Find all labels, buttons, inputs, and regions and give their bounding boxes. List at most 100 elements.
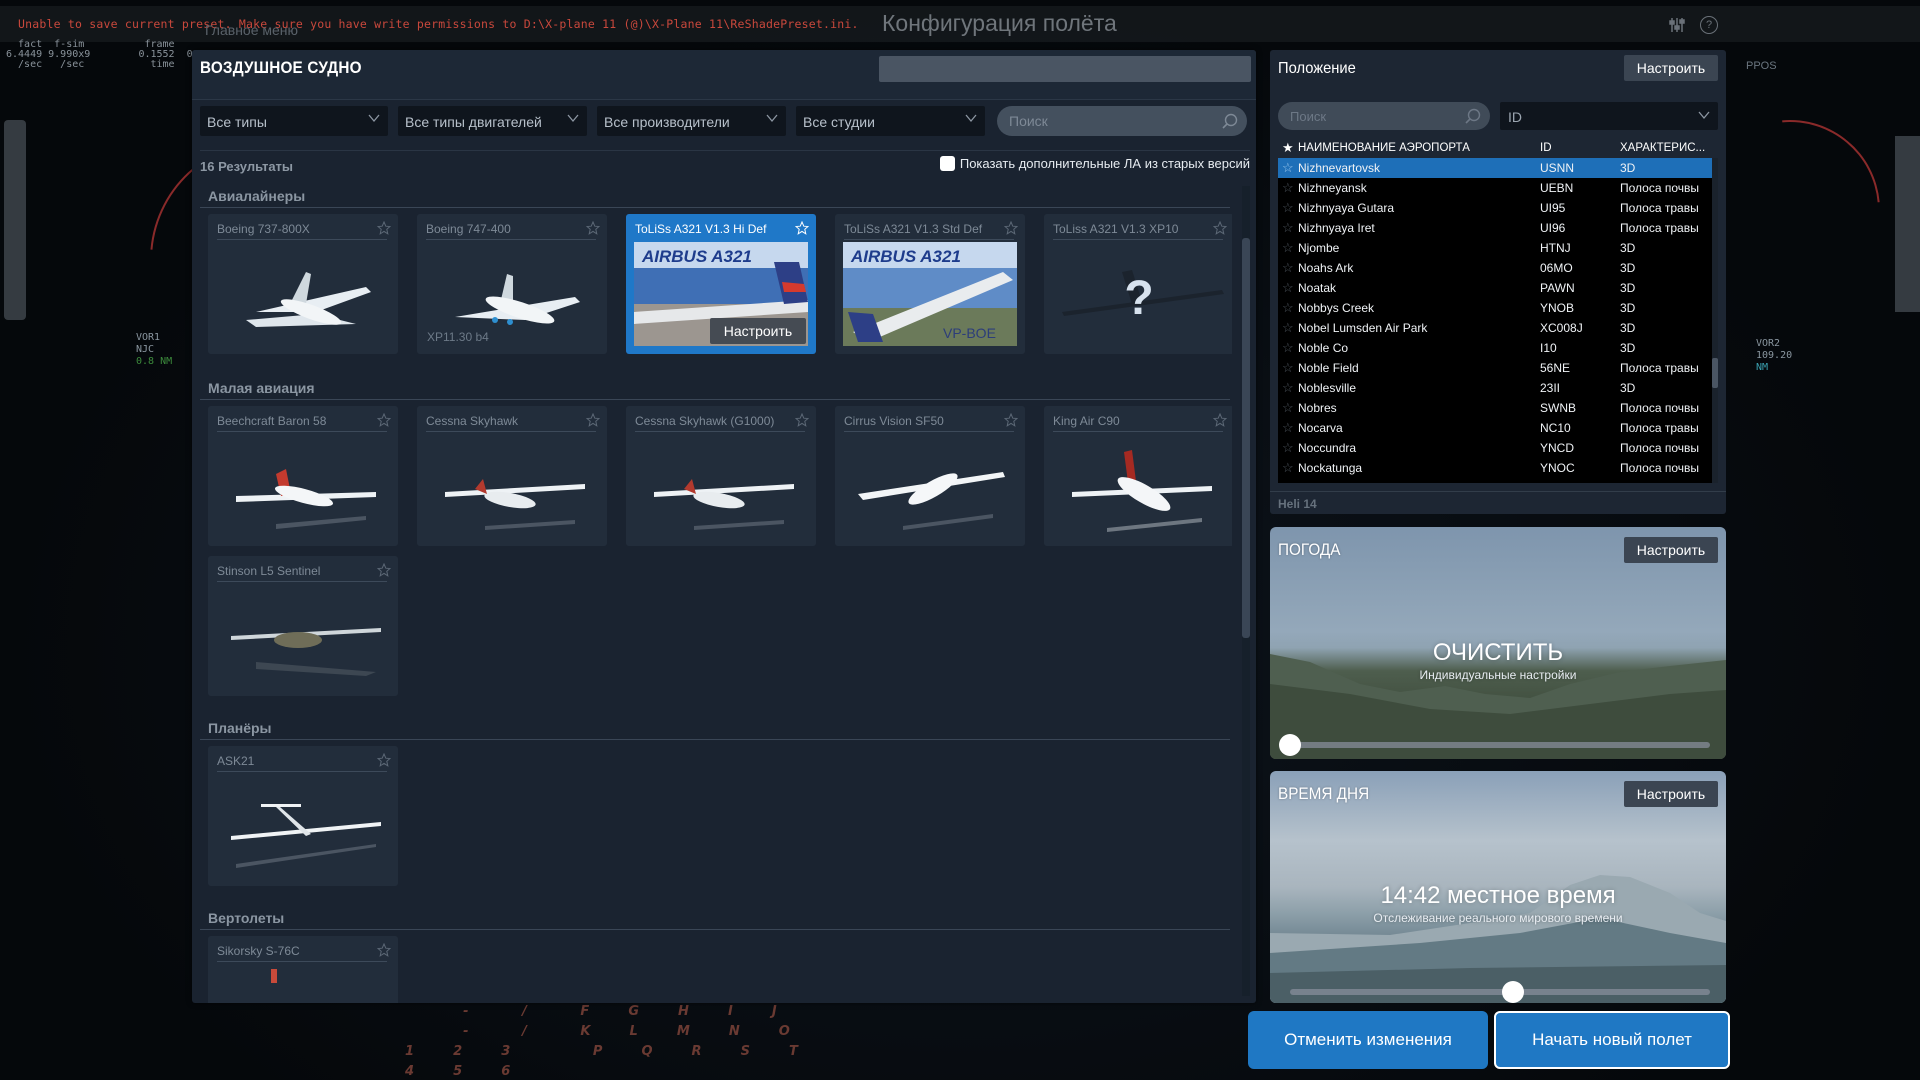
aircraft-card[interactable]: ToLiSs A321 V1.3 Hi Def AIRBUS A321 Настро… [626, 214, 816, 354]
aircraft-search-input[interactable] [997, 106, 1197, 136]
cancel-changes-button[interactable]: Отменить изменения [1248, 1011, 1488, 1069]
airport-id: NC10 [1540, 421, 1571, 435]
airport-row[interactable]: ☆ Nobbys Creek YNOB 3D [1278, 298, 1712, 318]
aircraft-card[interactable]: Stinson L5 Sentinel [208, 556, 398, 696]
column-header-characteristics[interactable]: ХАРАКТЕРИС... [1620, 142, 1712, 154]
search-icon[interactable] [1464, 107, 1482, 125]
favorite-star-icon[interactable] [1213, 413, 1227, 427]
aircraft-card[interactable]: ToLiSs A321 V1.3 Std Def AIRBUS A321 VP-BO… [835, 214, 1025, 354]
aircraft-name-field[interactable] [879, 56, 1251, 82]
airport-row[interactable]: ☆ Nocarva NC10 Полоса травы [1278, 418, 1712, 438]
favorite-star-icon[interactable]: ☆ [1278, 340, 1298, 356]
airport-filter-select[interactable]: ID [1500, 102, 1718, 130]
airport-row[interactable]: ☆ Noble Co I10 3D [1278, 338, 1712, 358]
favorite-star-icon[interactable] [795, 221, 809, 235]
favorite-star-icon[interactable] [795, 413, 809, 427]
airport-row[interactable]: ☆ Noahs Ark 06MO 3D [1278, 258, 1712, 278]
studio-filter-select[interactable]: Все студии [796, 106, 985, 136]
favorite-star-icon[interactable]: ☆ [1278, 380, 1298, 396]
airport-row[interactable]: ☆ Nizhnyaya Iret UI96 Полоса травы [1278, 218, 1712, 238]
weather-slider[interactable] [1279, 734, 1710, 756]
favorite-star-icon[interactable]: ☆ [1278, 260, 1298, 276]
time-slider-knob[interactable] [1501, 981, 1524, 1003]
aircraft-list-scrollbar[interactable] [1242, 186, 1250, 996]
favorite-star-icon[interactable]: ☆ [1278, 200, 1298, 216]
aircraft-card[interactable]: ToLiss A321 V1.3 XP10? [1044, 214, 1232, 354]
airport-row[interactable]: ☆ Njombe HTNJ 3D [1278, 238, 1712, 258]
column-header-id[interactable]: ID [1540, 142, 1620, 154]
engine-filter-select[interactable]: Все типы двигателей [398, 106, 587, 136]
aircraft-card[interactable]: King Air C90 [1044, 406, 1232, 546]
search-icon[interactable] [1221, 112, 1239, 130]
favorite-star-icon[interactable]: ☆ [1278, 420, 1298, 436]
airport-row[interactable]: ☆ Nockatunga YNOC Полоса почвы [1278, 458, 1712, 478]
location-configure-button[interactable]: Настроить [1624, 55, 1718, 81]
favorite-star-icon[interactable]: ☆ [1278, 320, 1298, 336]
favorite-star-icon[interactable] [377, 413, 391, 427]
help-icon[interactable]: ? [1700, 16, 1718, 34]
aircraft-card[interactable]: Boeing 747-400 XP11.30 b4 [417, 214, 607, 354]
favorite-star-icon[interactable] [1004, 413, 1018, 427]
aircraft-card[interactable]: ASK21 [208, 746, 398, 886]
favorite-star-icon[interactable]: ☆ [1278, 240, 1298, 256]
time-of-day-panel[interactable]: ВРЕМЯ ДНЯ Настроить 14:42 местное время … [1270, 771, 1726, 1003]
favorite-star-icon[interactable] [586, 413, 600, 427]
airport-row[interactable]: ☆ Nizhneyansk UEBN Полоса почвы [1278, 178, 1712, 198]
category-title: Малая авиация [200, 380, 1230, 400]
favorite-column-icon[interactable]: ★ [1278, 140, 1298, 156]
favorite-star-icon[interactable] [1213, 221, 1227, 235]
weather-panel[interactable]: ПОГОДА Настроить ОЧИСТИТЬ Индивидуальные… [1270, 527, 1726, 759]
time-slider[interactable] [1290, 981, 1710, 1003]
favorite-star-icon[interactable] [377, 221, 391, 235]
airport-row[interactable]: ☆ Noatak PAWN 3D [1278, 278, 1712, 298]
aircraft-card[interactable]: Cessna Skyhawk [417, 406, 607, 546]
airport-characteristics: 3D [1620, 301, 1636, 315]
favorite-star-icon[interactable] [586, 221, 600, 235]
favorite-star-icon[interactable]: ☆ [1278, 280, 1298, 296]
favorite-star-icon[interactable] [377, 753, 391, 767]
aircraft-name: Boeing 747-400 [426, 222, 596, 240]
weather-slider-knob[interactable] [1279, 734, 1301, 756]
favorite-star-icon[interactable]: ☆ [1278, 360, 1298, 376]
scrollbar-thumb[interactable] [1712, 358, 1718, 388]
airport-row[interactable]: ☆ Nobres SWNB Полоса почвы [1278, 398, 1712, 418]
airport-list-scrollbar[interactable] [1712, 158, 1718, 483]
scrollbar-thumb[interactable] [1242, 238, 1250, 638]
manufacturer-filter-select[interactable]: Все производители [597, 106, 786, 136]
favorite-star-icon[interactable]: ☆ [1278, 440, 1298, 456]
legacy-aircraft-checkbox[interactable]: Показать дополнительные ЛА из старых вер… [939, 156, 1250, 171]
checkbox-box[interactable] [939, 156, 955, 171]
aircraft-card[interactable]: Beechcraft Baron 58 [208, 406, 398, 546]
favorite-star-icon[interactable] [1004, 221, 1018, 235]
airport-id: UI96 [1540, 221, 1566, 235]
favorite-star-icon[interactable] [377, 563, 391, 577]
aircraft-card[interactable]: Sikorsky S-76C [208, 936, 398, 1003]
airport-row[interactable]: ☆ Nizhnyaya Gutara UI95 Полоса травы [1278, 198, 1712, 218]
aircraft-card[interactable]: Boeing 737-800X [208, 214, 398, 354]
column-header-name[interactable]: НАИМЕНОВАНИЕ АЭРОПОРТА [1298, 142, 1540, 154]
favorite-star-icon[interactable]: ☆ [1278, 220, 1298, 236]
airport-row[interactable]: ☆ Noccundra YNCD Полоса почвы [1278, 438, 1712, 458]
favorite-star-icon[interactable]: ☆ [1278, 180, 1298, 196]
aircraft-card[interactable]: Cirrus Vision SF50 [835, 406, 1025, 546]
time-configure-button[interactable]: Настроить [1624, 781, 1718, 807]
airport-row[interactable]: ☆ Nobel Lumsden Air Park XC008J 3D [1278, 318, 1712, 338]
airport-row[interactable]: ☆ Noblesville 23II 3D [1278, 378, 1712, 398]
favorite-star-icon[interactable]: ☆ [1278, 300, 1298, 316]
aircraft-thumbnail-image [1072, 450, 1212, 532]
airport-search-input[interactable] [1278, 102, 1448, 130]
airport-row[interactable]: ☆ Nizhnevartovsk USNN 3D [1278, 158, 1712, 178]
aircraft-configure-button[interactable]: Настроить [710, 318, 806, 344]
airport-row[interactable]: ☆ Noble Field 56NE Полоса травы [1278, 358, 1712, 378]
favorite-star-icon[interactable] [377, 943, 391, 957]
start-new-flight-button[interactable]: Начать новый полет [1494, 1011, 1730, 1069]
airport-name: Nobres [1298, 401, 1337, 415]
weather-configure-button[interactable]: Настроить [1624, 537, 1718, 563]
aircraft-card[interactable]: Cessna Skyhawk (G1000) [626, 406, 816, 546]
aircraft-thumbnail-image [231, 804, 381, 868]
favorite-star-icon[interactable]: ☆ [1278, 400, 1298, 416]
favorite-star-icon[interactable]: ☆ [1278, 160, 1298, 176]
favorite-star-icon[interactable]: ☆ [1278, 460, 1298, 476]
type-filter-select[interactable]: Все типы [200, 106, 388, 136]
settings-sliders-icon[interactable] [1668, 16, 1686, 39]
